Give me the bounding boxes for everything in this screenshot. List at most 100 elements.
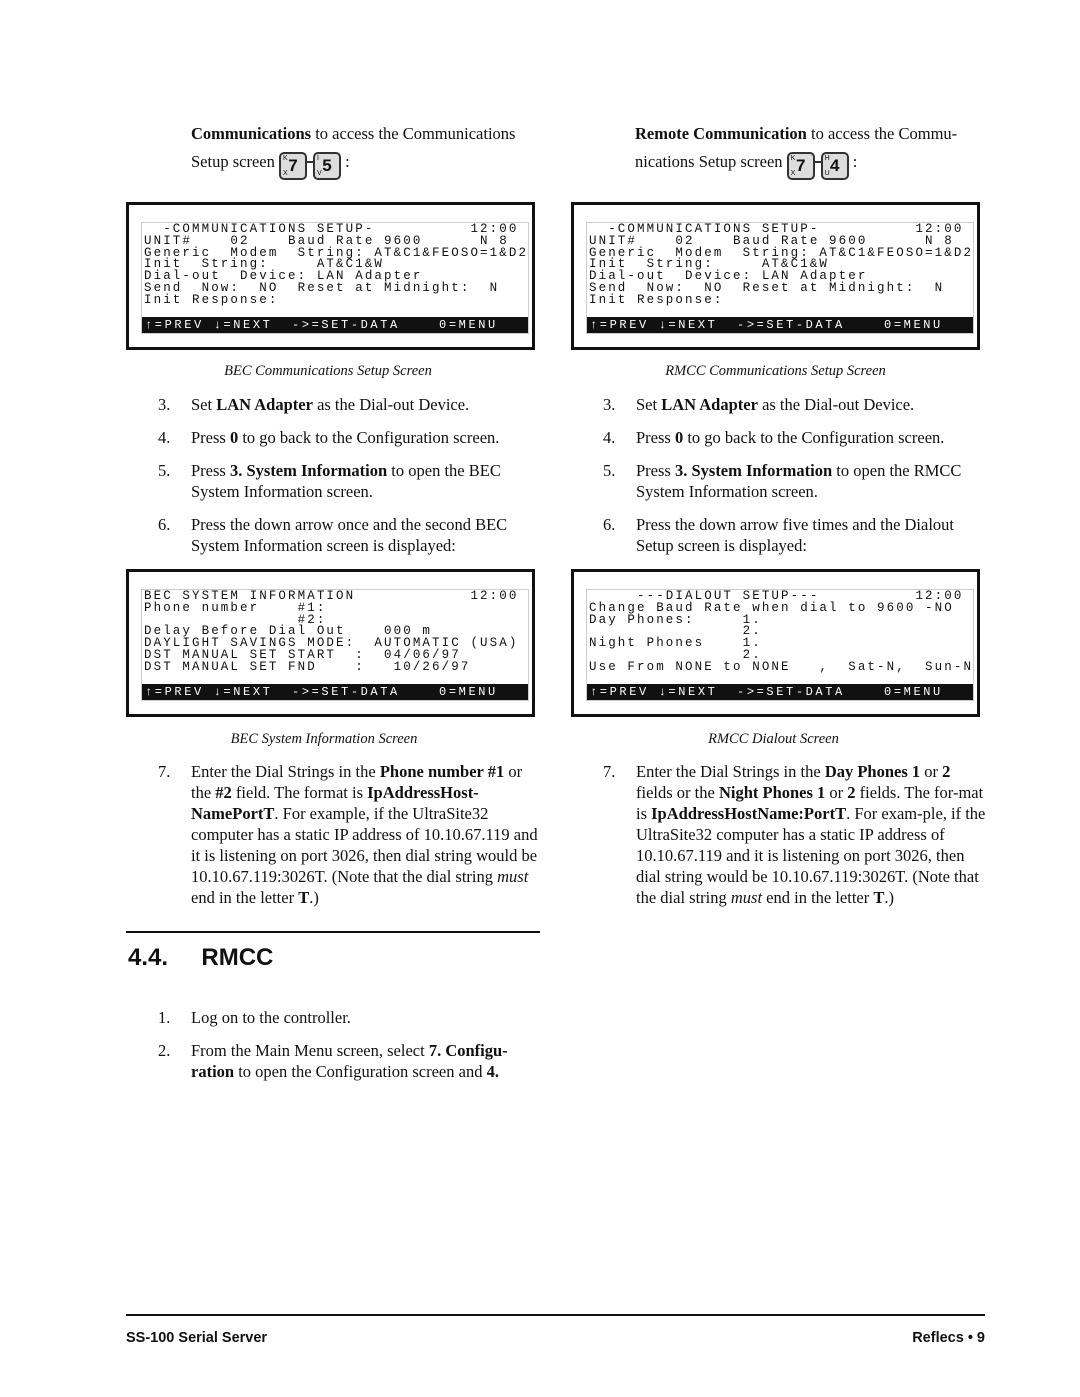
key-label: 7 [795,156,806,175]
bec-system-info-screen: BEC SYSTEM INFORMATION 12:00 Phone numbe… [126,569,535,717]
step-number: 3. [158,395,171,414]
keypad-key-icon: K X7 [278,152,307,180]
key-label: 4 [829,156,840,175]
bec-comm-setup-screen: -COMMUNICATIONS SETUP- 12:00 UNIT# 02 Ba… [126,202,535,350]
rmcc-comm-setup-screen: -COMMUNICATIONS SETUP- 12:00 UNIT# 02 Ba… [571,202,980,350]
left-intro-line2: Setup screen KX7IV5 : [191,152,350,180]
step-text: T [873,888,885,907]
step-number: 3. [603,395,616,414]
step-text: Enter the Dial Strings in the [636,762,825,781]
step-text: as the Dial-out Device. [312,395,470,414]
step-text: as the Dial-out Device. [757,395,915,414]
key-label: X [790,170,796,177]
step-text: Press [191,428,230,447]
step-text: 0 [674,428,684,447]
step-text: or [920,762,943,781]
step-text: .) [884,888,895,907]
rmcc-steps: 1. Log on to the controller. 2. From the Ma… [158,1007,543,1094]
step-text: Press [636,461,675,480]
footer-title: SS-100 Serial Server [126,1330,268,1346]
step-text: to go back to the Configuration screen. [238,428,500,447]
list-item: 6. Press the down arrow once and the seco… [158,514,543,556]
right-intro-line2: nications Setup screen KX7HU4 : [635,152,857,180]
list-item: 7. Enter the Dial Strings in the Phone nu… [158,761,543,908]
step-number: 2. [158,1041,171,1060]
step-text: 3. System Information [229,461,388,480]
step-text: Enter the Dial Strings in the [191,762,380,781]
step-number: 7. [603,762,616,781]
key-label: H [824,155,830,162]
screen-text: ---DIALOUT SETUP--- 12:00 Change Baud Ra… [589,589,974,674]
step-text: Press [636,428,675,447]
footer-rule [126,1314,985,1316]
step-number: 6. [603,515,616,534]
figure-caption: BEC System Information Screen [230,731,418,747]
key-label: U [824,170,830,177]
figure-caption: RMCC Dialout Screen [708,731,839,747]
step-number: 7. [158,762,171,781]
step-text: end in the letter [762,888,874,907]
step-text: to go back to the Configuration screen. [683,428,945,447]
figure-caption: RMCC Communications Setup Screen [665,363,886,379]
list-item: 2. From the Main Menu screen, select 7. C… [158,1040,543,1082]
rmcc-dialout-screen: ---DIALOUT SETUP--- 12:00 Change Baud Ra… [571,569,980,717]
step-number: 4. [603,428,616,447]
screen-key-bar: ↑=PREV ↓=NEXT ->=SET-DATA 0=MENU [142,684,528,700]
step-text: or [825,783,848,802]
intro-text: to access the Commu- [806,124,958,143]
step-text: Night Phones 1 [718,783,826,802]
screen-text: -COMMUNICATIONS SETUP- 12:00 UNIT# 02 Ba… [144,222,529,307]
step-number: 4. [158,428,171,447]
screen-key-bar: ↑=PREV ↓=NEXT ->=SET-DATA 0=MENU [142,317,528,333]
step-text: Press the down arrow once and the second… [191,515,508,555]
key-label: 5 [322,156,332,175]
step-text: From the Main Menu screen, select [191,1041,429,1060]
step-text: 3. System Information [674,461,833,480]
step-text: 0 [229,428,239,447]
step-number: 1. [158,1008,171,1027]
step-text: fields or the [636,783,719,802]
right-intro: Remote Communication to access the Commu… [635,123,995,144]
list-item: 7. Enter the Dial Strings in the Day Phon… [603,761,988,908]
step-text: T [298,888,310,907]
step-text: .) [309,888,319,907]
right-step-7: 7. Enter the Dial Strings in the Day Phon… [603,761,988,920]
screen-text: -COMMUNICATIONS SETUP- 12:00 UNIT# 02 Ba… [589,222,974,307]
intro-text: Setup screen [191,152,275,171]
list-item: 6. Press the down arrow five times and th… [603,514,988,556]
list-item: 3. Set LAN Adapter as the Dial-out Device… [603,394,988,415]
step-number: 5. [603,461,616,480]
list-item: 4. Press 0 to go back to the Configuratio… [158,427,543,448]
left-step-7: 7. Enter the Dial Strings in the Phone nu… [158,761,543,920]
key-label: K [790,155,796,162]
key-label: V [316,170,322,177]
step-text: #2 [215,783,232,802]
keypad-key-icon: H U4 [820,152,849,180]
section-rule [126,931,540,933]
list-item: 5. Press 3. System Information to open th… [603,460,988,502]
screen-key-bar: ↑=PREV ↓=NEXT ->=SET-DATA 0=MENU [587,317,973,333]
intro-text: to access the Communications [311,124,516,143]
keypad-key-icon: K X7 [786,152,815,180]
step-text: LAN Adapter [661,395,758,414]
key-label: I [316,155,319,162]
step-text: Press [191,461,230,480]
intro-text: nications Setup screen [635,152,783,171]
step-number: 5. [158,461,171,480]
key-label: 7 [288,156,298,175]
list-item: 4. Press 0 to go back to the Configuratio… [603,427,988,448]
step-text: Log on to the controller. [191,1008,351,1027]
step-text: 2 [847,783,856,802]
step-text: Set [191,395,217,414]
key-label: X [282,170,288,177]
step-number: 6. [158,515,171,534]
step-text: Day Phones 1 [824,762,921,781]
figure-caption: BEC Communications Setup Screen [224,363,432,379]
screen-text: BEC SYSTEM INFORMATION 12:00 Phone numbe… [144,589,519,674]
step-text: end in the letter [191,888,299,907]
left-steps: 3. Set LAN Adapter as the Dial-out Device… [158,394,543,568]
step-text: Press the down arrow five times and the … [636,515,955,555]
step-text: 4. [486,1062,499,1081]
intro-bold: Communications [191,124,312,143]
key-label: K [282,155,288,162]
